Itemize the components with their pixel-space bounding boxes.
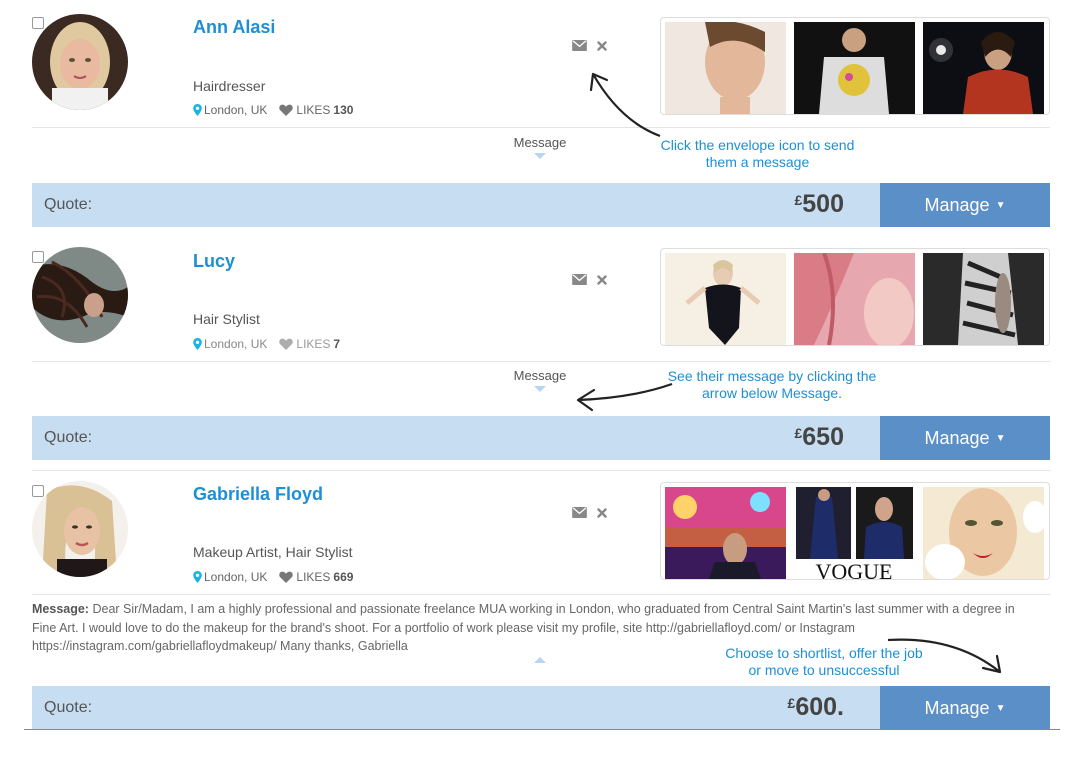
card-actions <box>572 274 607 285</box>
location: London, UK <box>204 103 268 117</box>
quote-bar: Quote: £500 Manage ▼ <box>32 183 1050 227</box>
caret-down-icon: ▼ <box>995 199 1006 211</box>
message-toggle-label: Message <box>513 368 567 383</box>
likes-count: 130 <box>333 103 354 117</box>
portfolio-gallery <box>660 17 1050 115</box>
annotation-line: See their message by clicking the <box>667 368 877 384</box>
candidate-name[interactable]: Gabriella Floyd <box>193 484 323 505</box>
avatar[interactable] <box>32 247 128 343</box>
portfolio-photo[interactable] <box>923 487 1044 579</box>
manage-button[interactable]: Manage ▼ <box>880 183 1050 227</box>
location: London, UK <box>204 570 268 584</box>
bottom-rule <box>24 729 1060 730</box>
message-toggle-label: Message <box>513 135 567 150</box>
map-pin-icon <box>193 338 202 350</box>
select-checkbox[interactable] <box>32 17 44 29</box>
price-value: 500 <box>802 190 844 218</box>
select-checkbox[interactable] <box>32 485 44 497</box>
envelope-icon[interactable] <box>572 507 587 518</box>
divider <box>32 470 1050 471</box>
candidate-role: Hairdresser <box>193 78 266 94</box>
location: London, UK <box>204 337 268 351</box>
candidate-role: Makeup Artist, Hair Stylist <box>193 544 353 560</box>
candidate-meta: London, UK LIKES 130 <box>193 103 353 117</box>
candidate-role: Hair Stylist <box>193 311 260 327</box>
message-collapse-toggle[interactable] <box>500 654 580 663</box>
annotation-line: Click the envelope icon to send <box>660 137 855 153</box>
quote-label: Quote: <box>44 699 93 716</box>
caret-down-icon[interactable] <box>534 153 546 159</box>
annotation-arrow <box>589 72 661 138</box>
portfolio-gallery: VOGUE <box>660 482 1050 580</box>
candidate-meta: London, UK LIKES 669 <box>193 570 353 584</box>
manage-button[interactable]: Manage ▼ <box>880 686 1050 730</box>
portfolio-photo[interactable] <box>923 22 1044 114</box>
map-pin-icon <box>193 571 202 583</box>
annotation-arrow <box>576 382 673 412</box>
currency-symbol: £ <box>794 192 803 208</box>
portfolio-gallery <box>660 248 1050 346</box>
avatar[interactable] <box>32 14 128 110</box>
divider <box>32 127 1050 128</box>
quote-bar: Quote: £600. Manage ▼ <box>32 686 1050 730</box>
close-icon[interactable] <box>597 41 607 51</box>
manage-label: Manage <box>924 427 990 448</box>
envelope-icon[interactable] <box>572 40 587 51</box>
manage-label: Manage <box>924 194 990 215</box>
annotation-message: See their message by clicking the arrow … <box>660 368 884 402</box>
vogue-logo-text: VOGUE <box>816 559 893 579</box>
heart-icon <box>279 104 293 116</box>
avatar[interactable] <box>32 481 128 577</box>
quote-bar: Quote: £650 Manage ▼ <box>32 416 1050 460</box>
message-toggle[interactable]: Message <box>500 368 580 392</box>
card-actions <box>572 507 607 518</box>
likes-count: 669 <box>333 570 354 584</box>
caret-down-icon[interactable] <box>534 386 546 392</box>
likes-label: LIKES <box>296 103 331 117</box>
map-pin-icon <box>193 104 202 116</box>
heart-icon <box>279 571 293 583</box>
annotation-line: arrow below Message. <box>701 385 843 401</box>
close-icon[interactable] <box>597 508 607 518</box>
candidate-meta: London, UK LIKES 7 <box>193 337 340 351</box>
caret-down-icon: ▼ <box>995 432 1006 444</box>
divider <box>32 361 1050 362</box>
portfolio-photo[interactable] <box>665 487 786 579</box>
message-label: Message: <box>32 602 89 616</box>
annotation-arrow <box>887 638 1002 674</box>
message-toggle[interactable]: Message <box>500 135 580 159</box>
quote-label: Quote: <box>44 196 93 213</box>
portfolio-photo-vogue[interactable]: VOGUE <box>794 487 915 579</box>
annotation-line: them a message <box>705 154 810 170</box>
quote-price: £600. <box>788 693 844 722</box>
caret-down-icon: ▼ <box>995 702 1006 714</box>
portfolio-photo[interactable] <box>794 22 915 114</box>
currency-symbol: £ <box>794 425 803 441</box>
heart-icon <box>279 338 293 350</box>
manage-label: Manage <box>924 697 990 718</box>
quote-label: Quote: <box>44 429 93 446</box>
close-icon[interactable] <box>597 275 607 285</box>
quote-price: £500 <box>794 190 844 219</box>
candidate-name[interactable]: Lucy <box>193 251 235 272</box>
currency-symbol: £ <box>787 695 796 711</box>
caret-up-icon[interactable] <box>534 657 546 663</box>
likes-label: LIKES <box>296 570 331 584</box>
price-value: 650 <box>802 423 844 451</box>
annotation-envelope: Click the envelope icon to send them a m… <box>655 137 860 171</box>
likes-label: LIKES <box>296 337 331 351</box>
price-value: 600. <box>795 693 844 721</box>
candidate-name[interactable]: Ann Alasi <box>193 17 275 38</box>
envelope-icon[interactable] <box>572 274 587 285</box>
select-checkbox[interactable] <box>32 251 44 263</box>
portfolio-photo[interactable] <box>923 253 1044 345</box>
manage-button[interactable]: Manage ▼ <box>880 416 1050 460</box>
portfolio-photo[interactable] <box>665 253 786 345</box>
likes-count: 7 <box>333 337 341 351</box>
quote-price: £650 <box>794 423 844 452</box>
divider <box>32 594 1050 595</box>
portfolio-photo[interactable] <box>665 22 786 114</box>
card-actions <box>572 40 607 51</box>
portfolio-photo[interactable] <box>794 253 915 345</box>
